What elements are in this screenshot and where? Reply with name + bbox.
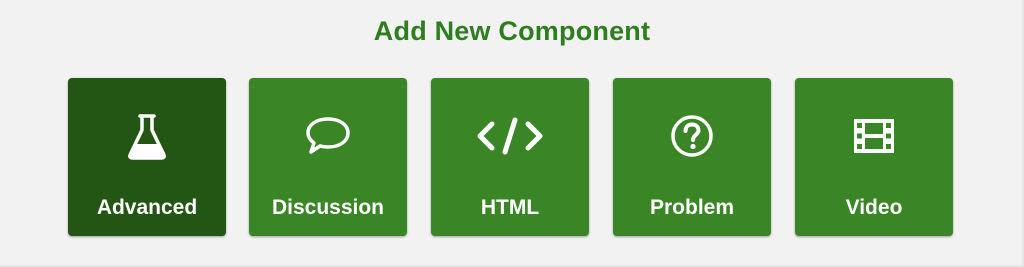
video-label: Video [845, 196, 903, 219]
film-icon [795, 112, 953, 160]
html-component-button[interactable]: HTML [431, 78, 589, 236]
add-component-panel: Add New Component Advanced Discussion HT… [0, 0, 1024, 267]
flask-icon [68, 112, 226, 160]
discussion-component-button[interactable]: Discussion [249, 78, 407, 236]
discussion-label: Discussion [271, 196, 385, 219]
video-component-button[interactable]: Video [795, 78, 953, 236]
problem-label: Problem [649, 196, 735, 219]
advanced-label: Advanced [96, 196, 198, 219]
speech-bubble-icon [249, 112, 407, 160]
problem-component-button[interactable]: Problem [613, 78, 771, 236]
panel-title: Add New Component [373, 16, 651, 46]
question-circle-icon [613, 112, 771, 160]
html-label: HTML [480, 196, 540, 219]
advanced-component-button[interactable]: Advanced [68, 78, 226, 236]
code-icon [431, 112, 589, 160]
